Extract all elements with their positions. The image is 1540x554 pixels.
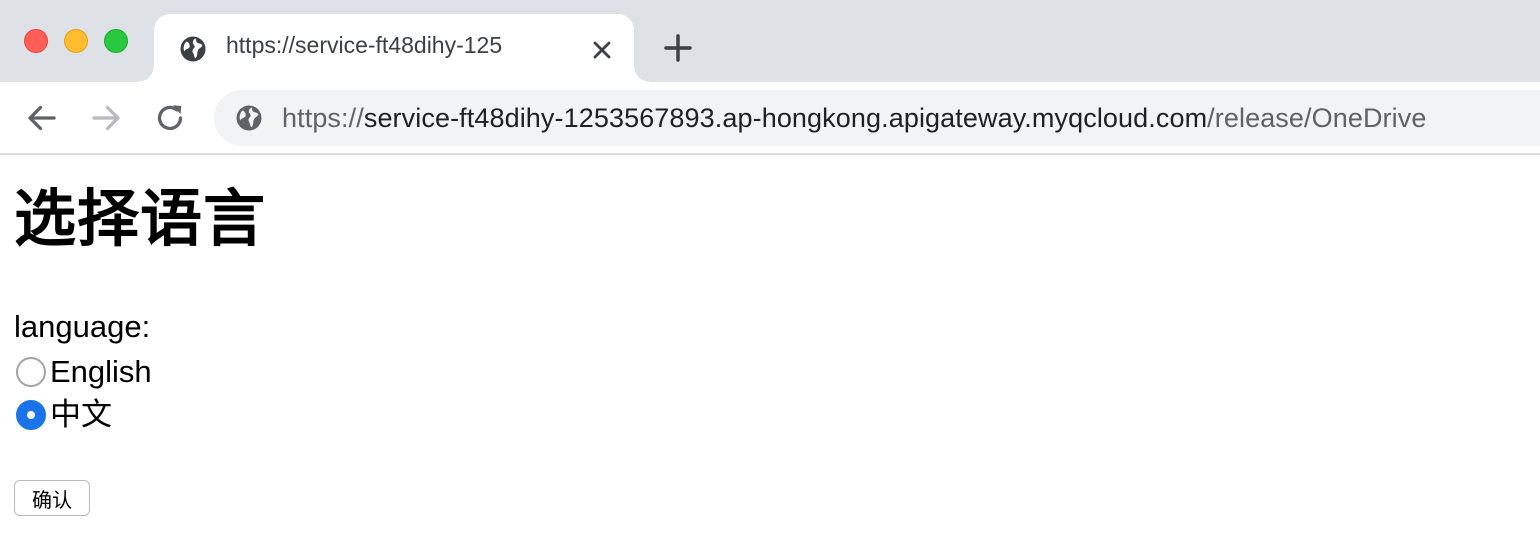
url-path: /release/OneDrive xyxy=(1207,103,1427,133)
option-label-english: English xyxy=(50,354,152,389)
browser-toolbar: https://service-ft48dihy-1253567893.ap-h… xyxy=(0,82,1540,155)
language-option-english[interactable]: English xyxy=(16,352,152,392)
plus-icon[interactable] xyxy=(662,32,694,64)
close-icon[interactable] xyxy=(588,36,616,64)
url-scheme: https:// xyxy=(282,103,364,133)
window-close-button[interactable] xyxy=(24,29,48,53)
radio-english[interactable] xyxy=(16,357,46,387)
confirm-button[interactable]: 确认 xyxy=(14,480,90,516)
tab-strip: https://service-ft48dihy-125 xyxy=(0,0,1540,82)
address-bar[interactable]: https://service-ft48dihy-1253567893.ap-h… xyxy=(214,90,1540,146)
page-content: 选择语言 language: English 中文 确认 xyxy=(0,157,1540,554)
tab-title: https://service-ft48dihy-125 xyxy=(226,32,503,58)
window-maximize-button[interactable] xyxy=(104,29,128,53)
reload-icon[interactable] xyxy=(152,100,188,136)
url-text: https://service-ft48dihy-1253567893.ap-h… xyxy=(282,103,1426,134)
arrow-left-icon[interactable] xyxy=(24,100,60,136)
radio-chinese[interactable] xyxy=(16,400,46,430)
option-label-chinese: 中文 xyxy=(50,397,112,432)
page-title: 选择语言 xyxy=(14,182,267,255)
language-option-chinese[interactable]: 中文 xyxy=(16,395,112,435)
browser-tab[interactable]: https://service-ft48dihy-125 xyxy=(138,14,650,82)
globe-icon xyxy=(236,105,262,131)
window-minimize-button[interactable] xyxy=(64,29,88,53)
language-label: language: xyxy=(14,309,151,344)
globe-icon xyxy=(180,36,206,62)
url-host: service-ft48dihy-1253567893.ap-hongkong.… xyxy=(363,103,1208,133)
arrow-right-icon[interactable] xyxy=(88,100,124,136)
